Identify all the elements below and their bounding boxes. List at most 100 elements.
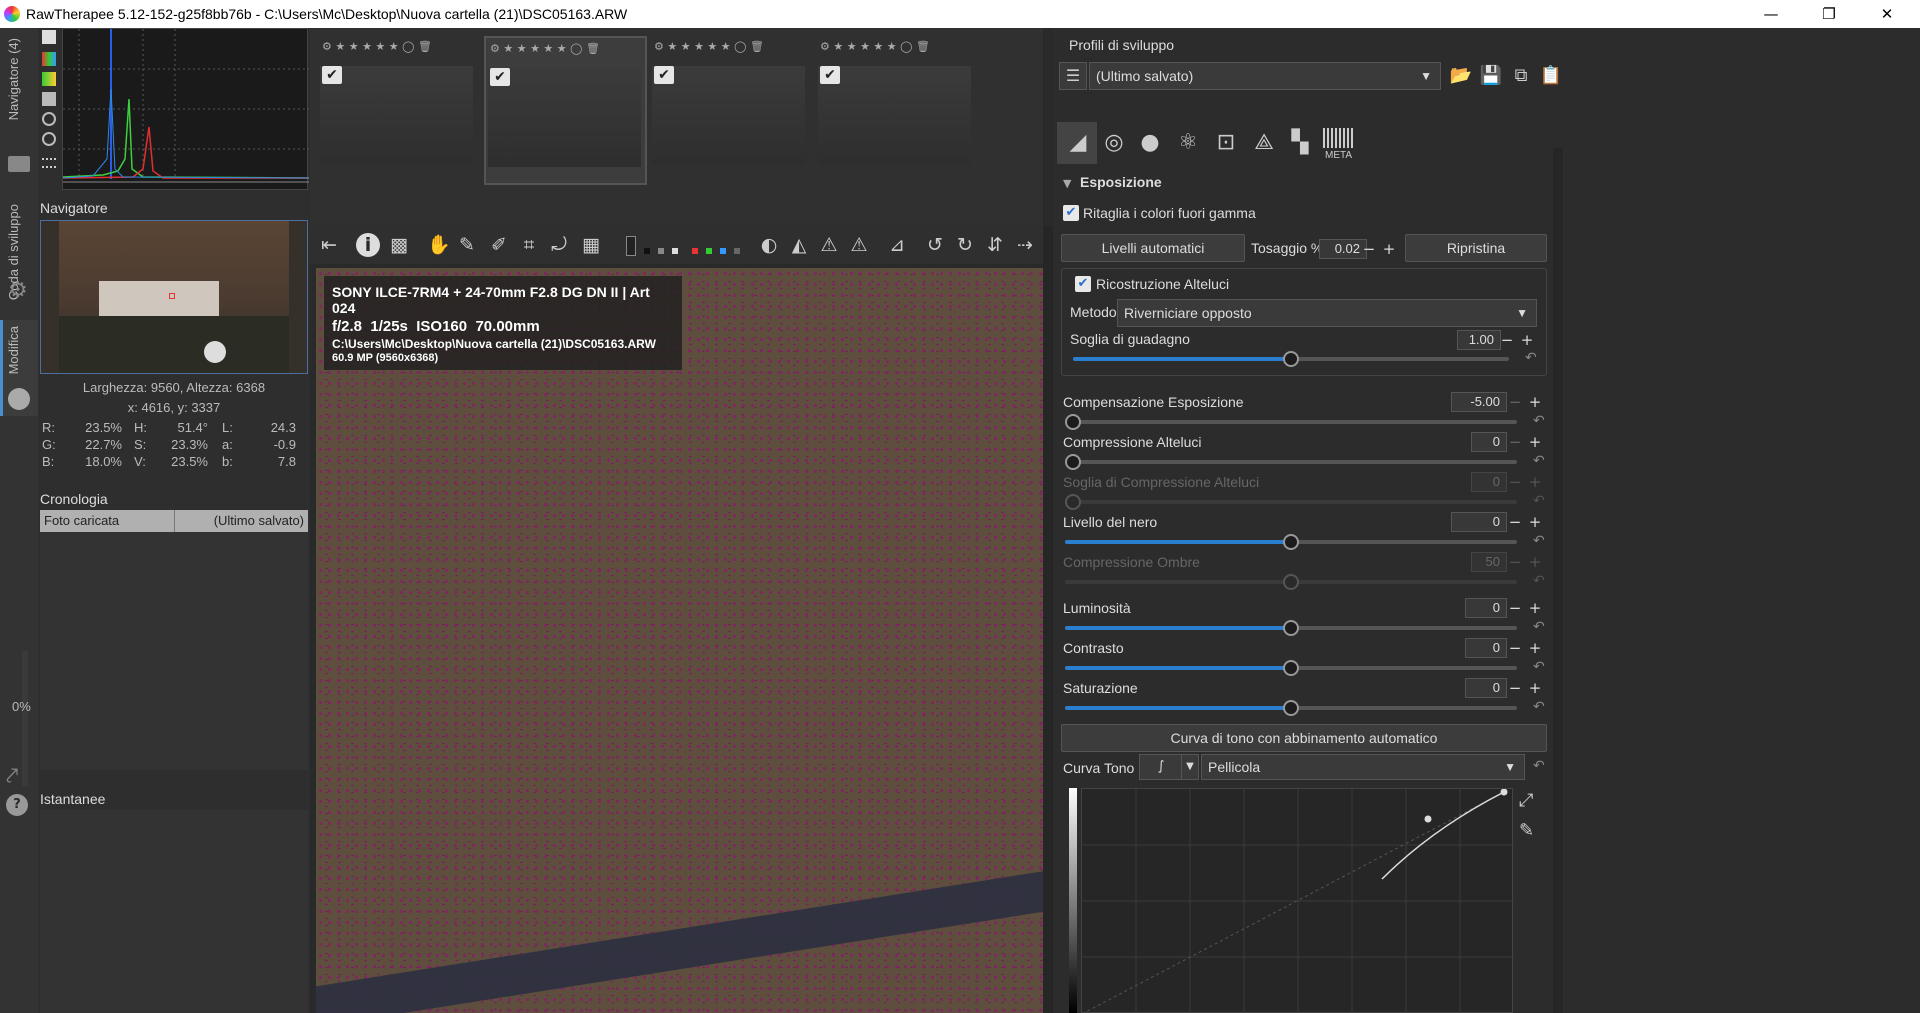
bg-white-icon[interactable] xyxy=(672,248,678,254)
reset-button[interactable]: Ripristina xyxy=(1405,234,1547,262)
bg-black-icon[interactable] xyxy=(644,248,650,254)
clip-pct-input[interactable]: 0.02 xyxy=(1319,239,1367,259)
black-slider[interactable] xyxy=(1065,534,1517,550)
advanced-tab-icon[interactable]: ⚛ xyxy=(1171,126,1205,160)
navigator-preview[interactable] xyxy=(40,220,308,374)
saturation-knob[interactable] xyxy=(1283,700,1299,716)
check-icon[interactable]: ✔ xyxy=(820,66,840,84)
detail-tab-icon[interactable]: ◎ xyxy=(1097,126,1131,160)
histogram-mode-icon[interactable] xyxy=(42,30,56,44)
help-icon[interactable]: ? xyxy=(6,794,28,816)
saturation-plus[interactable]: + xyxy=(1527,678,1543,698)
chevron-down-icon[interactable]: ▼ xyxy=(1181,754,1199,780)
contrast-plus[interactable]: + xyxy=(1527,638,1543,658)
minimize-button[interactable]: — xyxy=(1748,0,1794,28)
tab-navigator[interactable]: Navigatore (4) xyxy=(6,38,21,120)
exposure-comp-minus[interactable]: − xyxy=(1507,392,1523,412)
thumbnail-rating-icons[interactable]: ⚙ ★ ★ ★ ★ ★ ◯ 🗑 xyxy=(490,42,600,55)
contrast-minus[interactable]: − xyxy=(1507,638,1523,658)
channel-lum-icon[interactable] xyxy=(734,248,740,254)
saturation-reset-icon[interactable]: ↶ xyxy=(1533,699,1545,715)
curve-picker-icon[interactable]: ⤢ xyxy=(1519,790,1533,811)
exposure-comp-plus[interactable]: + xyxy=(1527,392,1543,412)
curve-type-icon[interactable]: ∫ xyxy=(1139,754,1183,780)
rotate-left-icon[interactable]: ↺ xyxy=(922,232,948,258)
check-icon[interactable]: ✔ xyxy=(322,66,342,84)
aperture-icon[interactable] xyxy=(8,388,30,410)
info-icon[interactable]: i xyxy=(356,233,380,257)
save-profile-icon[interactable]: 💾 xyxy=(1477,62,1505,90)
paste-profile-icon[interactable]: 📋 xyxy=(1537,62,1565,90)
crop-icon[interactable]: ⌗ xyxy=(516,232,542,258)
tab-edit[interactable]: Modifica xyxy=(6,326,21,374)
lightness-minus[interactable]: − xyxy=(1507,598,1523,618)
raw-tab-icon[interactable]: ⟁ xyxy=(1247,126,1281,160)
gain-plus[interactable]: + xyxy=(1519,330,1535,350)
check-icon[interactable]: ✔ xyxy=(490,68,510,86)
white-balance-picker-icon[interactable]: ✎ xyxy=(454,232,480,258)
lightness-knob[interactable] xyxy=(1283,620,1299,636)
copy-profile-icon[interactable]: ⧉ xyxy=(1507,62,1535,90)
lightness-slider[interactable] xyxy=(1065,620,1517,636)
preview-scrollbar[interactable] xyxy=(1043,226,1053,1013)
gear-icon[interactable]: ⚙ xyxy=(8,278,28,303)
hl-recon-checkbox[interactable]: ✔ xyxy=(1075,276,1091,292)
add-point-icon[interactable]: ⤤ xyxy=(6,764,18,789)
slider-lightness-input[interactable]: 0 xyxy=(1465,598,1507,618)
black-reset-icon[interactable]: ↶ xyxy=(1533,533,1545,549)
hl-comp-slider[interactable] xyxy=(1065,454,1517,470)
hl-comp-knob[interactable] xyxy=(1065,454,1081,470)
zoom-slider[interactable] xyxy=(22,651,28,786)
contrast-reset-icon[interactable]: ↶ xyxy=(1533,659,1545,675)
black-plus[interactable]: + xyxy=(1527,512,1543,532)
exposure-header[interactable]: Esposizione xyxy=(1080,174,1162,190)
clipping-icon[interactable]: ◭ xyxy=(786,232,812,258)
black-knob[interactable] xyxy=(1283,534,1299,550)
auto-match-curve-button[interactable]: Curva di tono con abbinamento automatico xyxy=(1061,724,1547,752)
profile-list-icon[interactable]: ☰ xyxy=(1059,62,1087,90)
saturation-slider[interactable] xyxy=(1065,700,1517,716)
chroma-icon[interactable] xyxy=(42,112,56,126)
auto-levels-button[interactable]: Livelli automatici xyxy=(1061,234,1245,262)
thumbnail[interactable]: ⚙ ★ ★ ★ ★ ★ ◯ 🗑 ✔ xyxy=(318,36,481,185)
lightness-plus[interactable]: + xyxy=(1527,598,1543,618)
history-row[interactable]: Foto caricata (Ultimo salvato) xyxy=(40,510,308,532)
rotate-right-icon[interactable]: ↻ xyxy=(952,232,978,258)
channel-blue-icon[interactable] xyxy=(720,248,726,254)
flip-icon[interactable]: ⇵ xyxy=(982,232,1008,258)
thumbnail-rating-icons[interactable]: ⚙ ★ ★ ★ ★ ★ ◯ 🗑 xyxy=(654,40,764,53)
contrast-slider[interactable] xyxy=(1065,660,1517,676)
channel-green-icon[interactable] xyxy=(42,72,56,86)
clip-pct-minus[interactable]: − xyxy=(1361,239,1377,259)
background-color-icon[interactable] xyxy=(626,236,636,256)
clip-pct-plus[interactable]: + xyxy=(1381,239,1397,259)
color-tab-icon[interactable]: ● xyxy=(1133,126,1167,160)
clip-checkbox[interactable]: ✔ xyxy=(1063,205,1079,221)
channel-rgb-icon[interactable] xyxy=(42,52,56,66)
barcode-icon[interactable] xyxy=(1323,128,1353,148)
curve-edit-icon[interactable]: ✎ xyxy=(1519,820,1534,841)
shadow-warning-icon[interactable]: ⚠ xyxy=(816,232,842,258)
close-button[interactable]: ✕ xyxy=(1864,0,1910,28)
folder-icon[interactable] xyxy=(8,156,30,172)
transform-tab-icon[interactable]: ⊡ xyxy=(1209,126,1243,160)
channel-red-icon[interactable] xyxy=(692,248,698,254)
thumbnail-selected[interactable]: ⚙ ★ ★ ★ ★ ★ ◯ 🗑 ✔ xyxy=(484,36,647,185)
black-minus[interactable]: − xyxy=(1507,512,1523,532)
slider-hl-comp-input[interactable]: 0 xyxy=(1471,432,1507,452)
bg-gray-icon[interactable] xyxy=(658,248,664,254)
meta-tab-label[interactable]: META xyxy=(1325,150,1352,161)
tone-curve-editor[interactable] xyxy=(1081,788,1514,1013)
exposure-comp-reset-icon[interactable]: ↶ xyxy=(1533,413,1545,429)
slider-exposure-comp-input[interactable]: -5.00 xyxy=(1451,392,1507,412)
hl-comp-minus[interactable]: − xyxy=(1507,432,1523,452)
highlight-warning-icon[interactable]: ⚠ xyxy=(846,232,872,258)
saturation-minus[interactable]: − xyxy=(1507,678,1523,698)
local-tab-icon[interactable]: ▚ xyxy=(1283,126,1317,160)
curve-mode-dropdown[interactable]: Pellicola ▼ xyxy=(1201,754,1525,780)
channel-luma-icon[interactable] xyxy=(42,92,56,106)
profile-dropdown[interactable]: (Ultimo salvato) ▼ xyxy=(1089,62,1441,90)
more-options-icon[interactable] xyxy=(42,158,56,168)
exposure-comp-slider[interactable] xyxy=(1065,414,1517,430)
hl-comp-plus[interactable]: + xyxy=(1527,432,1543,452)
